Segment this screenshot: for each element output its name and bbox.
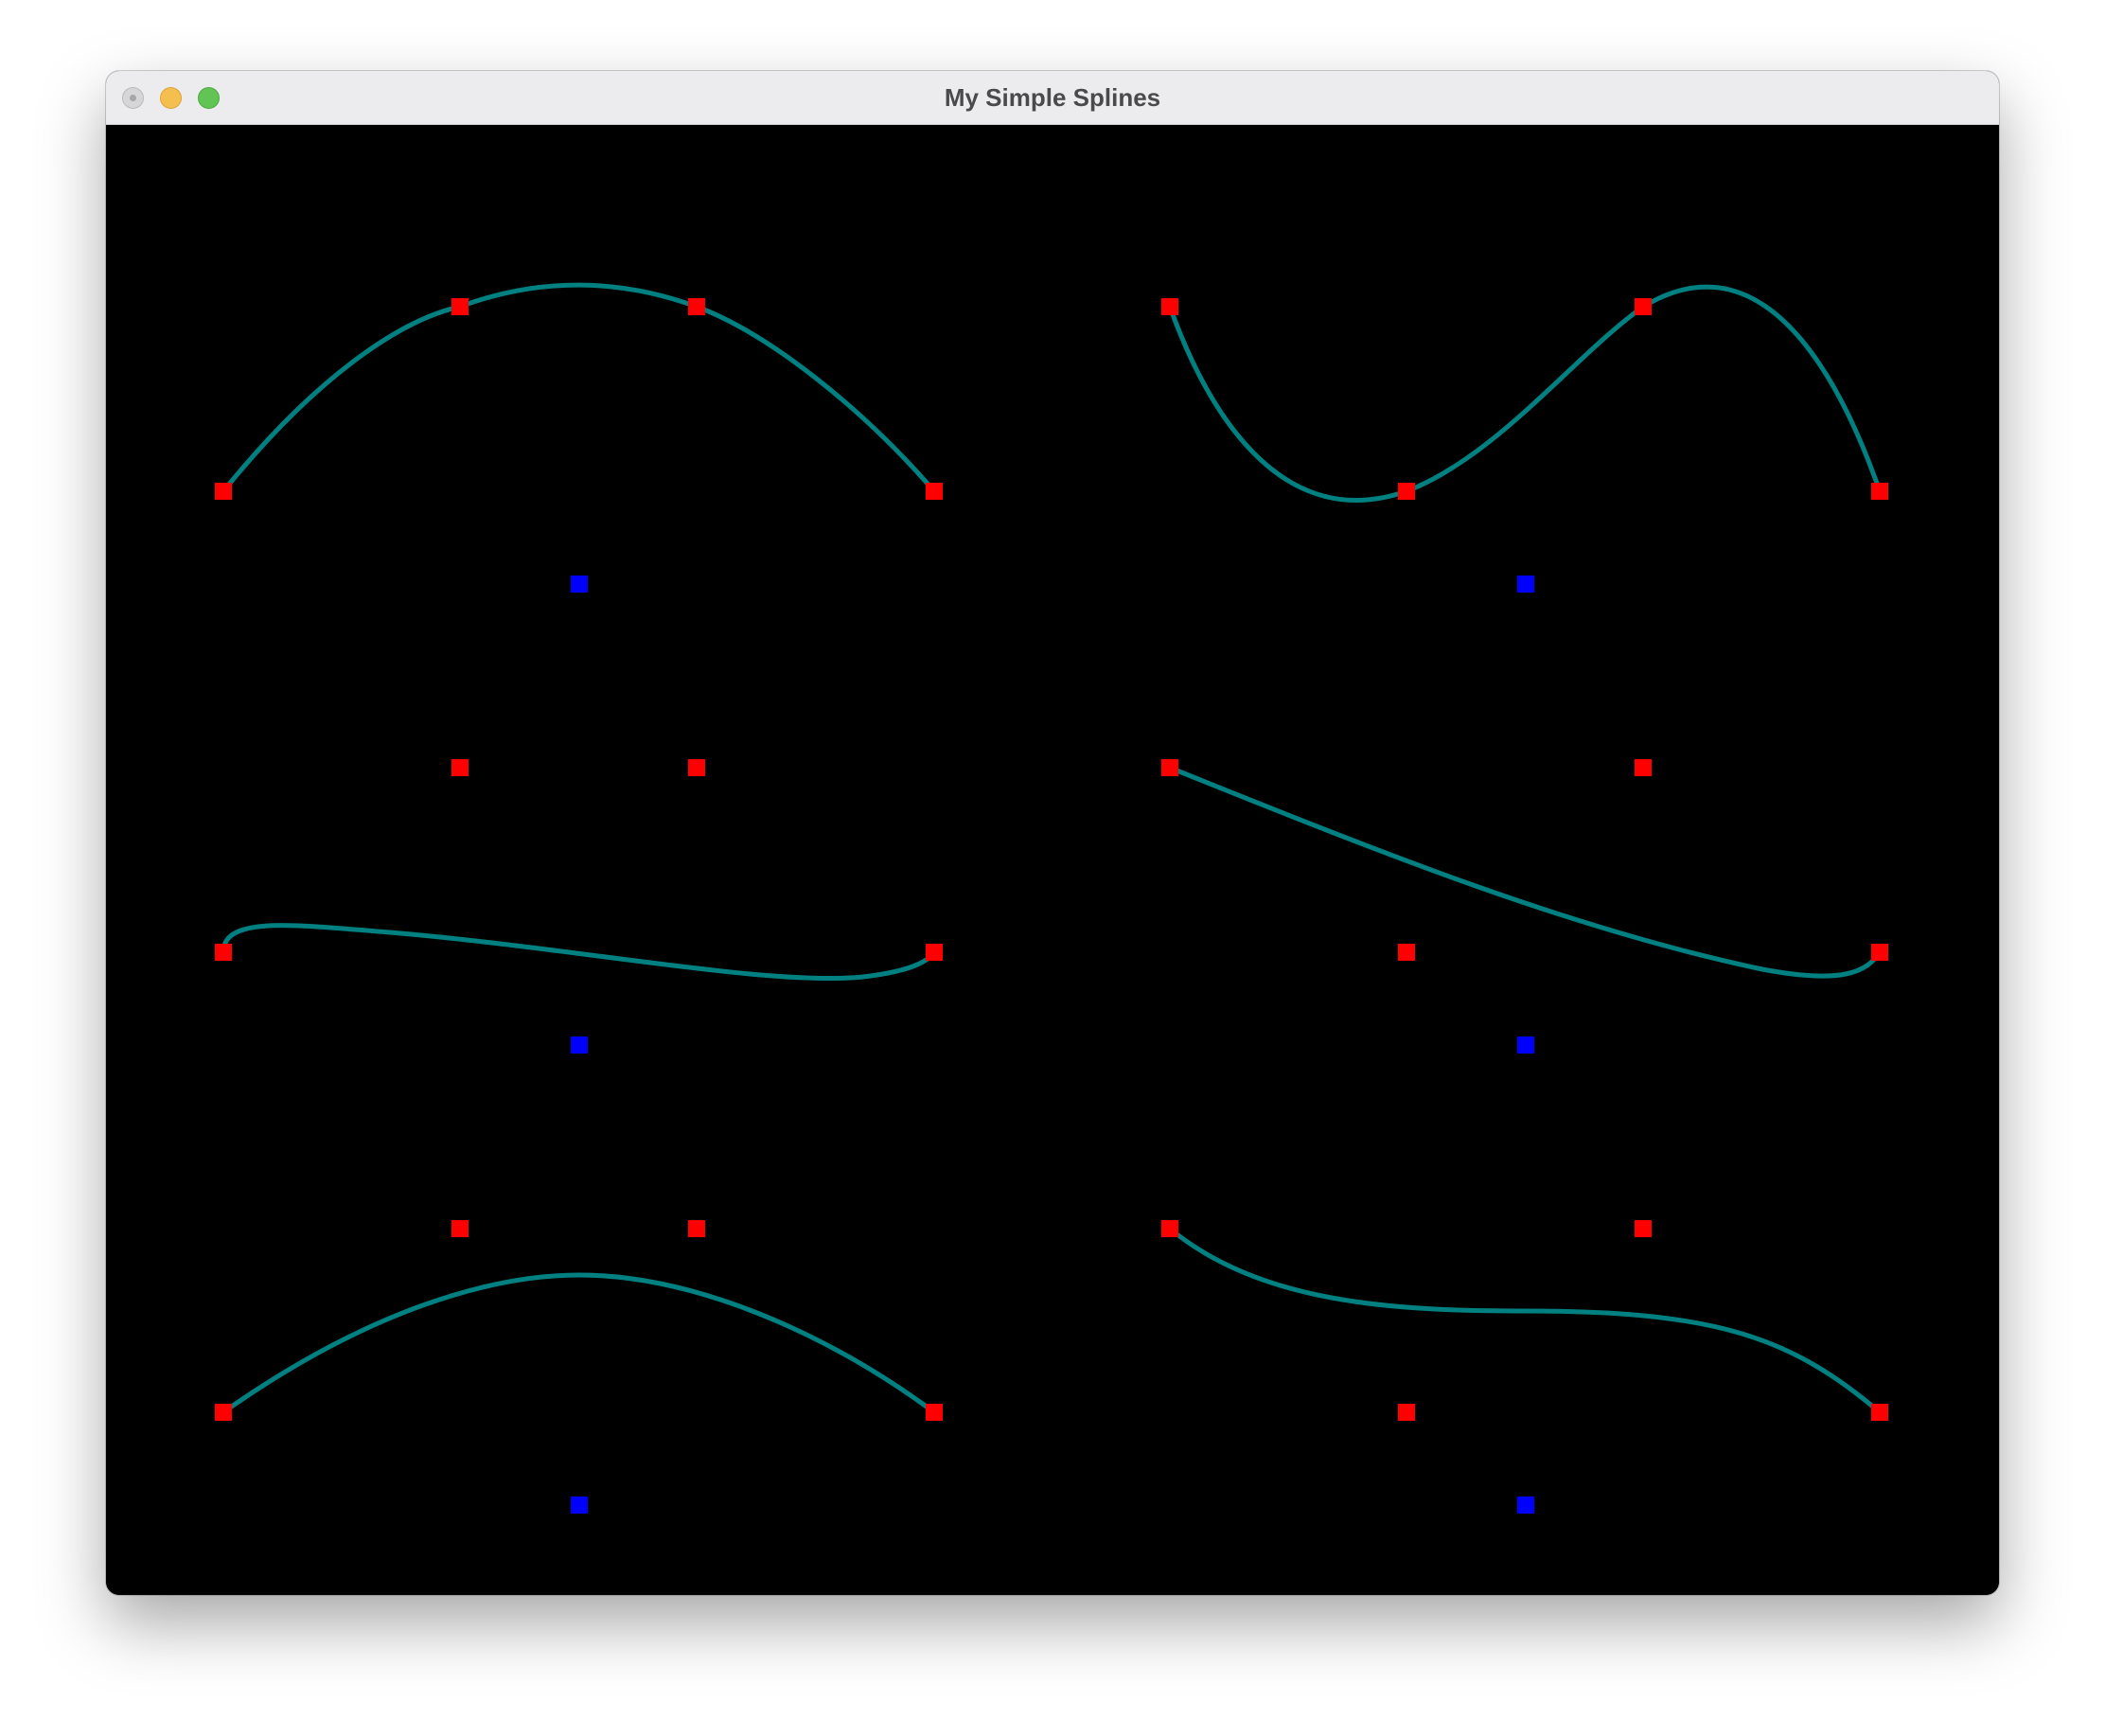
anchor-point[interactable]: [1517, 1036, 1534, 1054]
spline-6: [1161, 1220, 1888, 1514]
control-point[interactable]: [926, 944, 943, 961]
control-point[interactable]: [215, 1404, 232, 1421]
control-point[interactable]: [1161, 298, 1178, 315]
control-point[interactable]: [688, 759, 705, 776]
control-point[interactable]: [451, 1220, 469, 1237]
control-point[interactable]: [1871, 483, 1888, 500]
control-point[interactable]: [926, 483, 943, 500]
control-point[interactable]: [215, 944, 232, 961]
control-point[interactable]: [688, 298, 705, 315]
anchor-point[interactable]: [1517, 1497, 1534, 1514]
control-point[interactable]: [215, 483, 232, 500]
app-window: My Simple Splines: [106, 71, 1999, 1595]
control-point[interactable]: [1871, 1404, 1888, 1421]
control-point[interactable]: [451, 759, 469, 776]
control-point[interactable]: [1635, 759, 1652, 776]
anchor-point[interactable]: [571, 1036, 588, 1054]
spline-1: [215, 282, 943, 593]
control-point[interactable]: [1161, 759, 1178, 776]
spline-2: [1161, 284, 1888, 593]
control-point[interactable]: [1871, 944, 1888, 961]
anchor-point[interactable]: [1517, 576, 1534, 593]
spline-drawing[interactable]: [106, 125, 1999, 1595]
control-point[interactable]: [926, 1404, 943, 1421]
spline-5: [215, 1220, 943, 1514]
control-point[interactable]: [688, 1220, 705, 1237]
spline-3: [215, 759, 943, 1054]
spline-curve: [1167, 765, 1883, 979]
control-point[interactable]: [1635, 1220, 1652, 1237]
control-point[interactable]: [1398, 1404, 1415, 1421]
spline-curve: [1167, 284, 1883, 503]
spline-curve: [1167, 1226, 1883, 1415]
spline-curve: [221, 923, 937, 982]
control-point[interactable]: [1398, 483, 1415, 500]
window-title: My Simple Splines: [944, 83, 1161, 112]
title-bar[interactable]: My Simple Splines: [106, 71, 1999, 125]
spline-curve: [221, 282, 937, 494]
anchor-point[interactable]: [571, 576, 588, 593]
spline-4: [1161, 759, 1888, 1054]
control-point[interactable]: [451, 298, 469, 315]
spline-curve: [221, 1272, 937, 1415]
control-point[interactable]: [1161, 1220, 1178, 1237]
spline-canvas[interactable]: [106, 125, 1999, 1595]
control-point[interactable]: [1398, 944, 1415, 961]
control-point[interactable]: [1635, 298, 1652, 315]
anchor-point[interactable]: [571, 1497, 588, 1514]
